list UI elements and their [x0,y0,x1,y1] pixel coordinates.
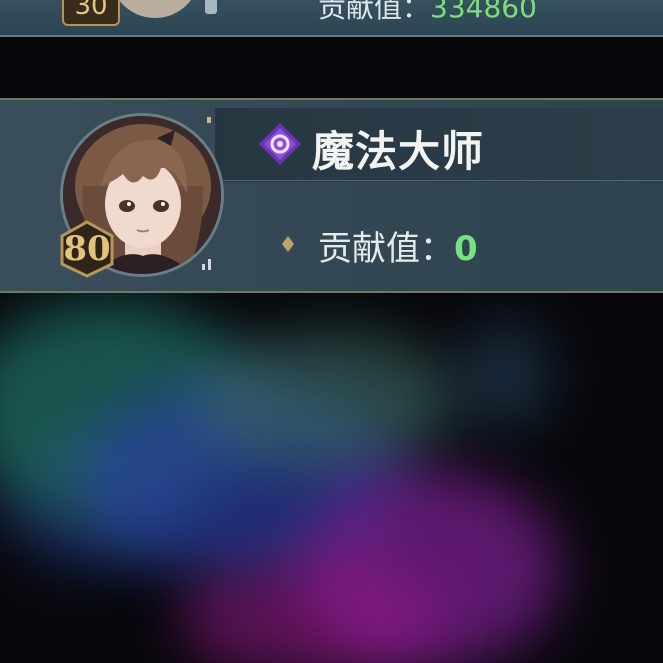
divider [215,180,663,181]
corner-mark [207,117,211,123]
purple-diamond-eye-icon [259,123,301,165]
gold-diamond-icon [282,236,294,252]
level-badge-previous: 30 [62,0,120,26]
contribution-label: 贡献值： [318,229,454,269]
member-title: 魔法大师 [312,127,485,176]
contribution: 贡献值：0 [318,221,478,270]
signal-icon [202,259,211,270]
contribution-previous: 贡献值：334860 [318,0,537,26]
contribution-value-previous: 334860 [430,0,537,24]
contribution-label-previous: 贡献值： [318,0,431,24]
level-number: 80 [63,229,111,269]
figure-icon [205,0,217,14]
contribution-value: 0 [454,229,478,269]
